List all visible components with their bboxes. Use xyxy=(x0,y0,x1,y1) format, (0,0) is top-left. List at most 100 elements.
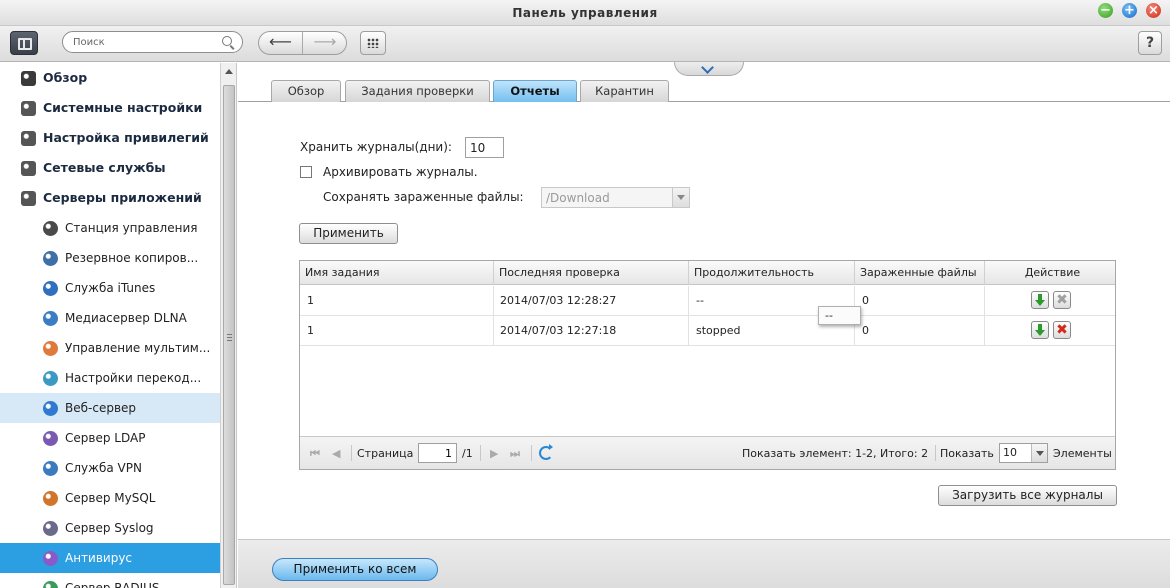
delete-icon: ✖ xyxy=(1053,291,1071,309)
prev-page-icon[interactable]: ◀ xyxy=(332,447,340,460)
chevron-down-icon xyxy=(701,61,714,74)
minimize-icon[interactable]: − xyxy=(1098,3,1113,18)
sidebar-item[interactable]: Служба VPN xyxy=(0,453,220,483)
next-page-icon[interactable]: ▶ xyxy=(490,447,498,460)
management-station-icon xyxy=(43,221,58,236)
column-last-check[interactable]: Последняя проверка xyxy=(494,261,689,285)
back-button[interactable]: ⟵ xyxy=(259,32,303,54)
web-server-icon xyxy=(43,401,58,416)
table-row[interactable]: 1 2014/07/03 12:27:18 stopped 0 ✖ xyxy=(300,316,1115,346)
sidebar-item[interactable]: Резервное копиров... xyxy=(0,243,220,273)
tab-quarantine[interactable]: Карантин xyxy=(580,80,669,102)
sidebar-item-label: Сервер Syslog xyxy=(65,521,154,535)
sidebar-item-label: Веб-сервер xyxy=(65,401,137,415)
radius-icon xyxy=(43,581,58,588)
multimedia-icon xyxy=(43,341,58,356)
sidebar-item[interactable]: Медиасервер DLNA xyxy=(0,303,220,333)
total-pages: /1 xyxy=(462,447,473,460)
divider xyxy=(531,445,532,461)
keep-logs-days-input[interactable] xyxy=(465,137,504,158)
page-size-select[interactable]: 10 xyxy=(999,443,1048,463)
forward-button[interactable]: ⟶ xyxy=(303,32,346,54)
tab-scan-jobs[interactable]: Задания проверки xyxy=(345,80,490,102)
archive-logs-checkbox[interactable] xyxy=(300,166,312,178)
sidebar-item[interactable]: Станция управления xyxy=(0,213,220,243)
navigation-buttons: ⟵ ⟶ xyxy=(258,31,347,55)
cell-last-check: 2014/07/03 12:28:27 xyxy=(494,286,689,316)
sidebar-item[interactable]: Сервер LDAP xyxy=(0,423,220,453)
apply-button[interactable]: Применить xyxy=(299,223,398,244)
column-infected-files[interactable]: Зараженные файлы xyxy=(855,261,985,285)
cell-job-name: 1 xyxy=(300,316,494,346)
tab-overview[interactable]: Обзор xyxy=(271,80,341,102)
show-label: Показать xyxy=(940,447,994,460)
sidebar-item[interactable]: Обзор xyxy=(0,63,220,93)
sidebar: Обзор Системные настройки Настройка привил… xyxy=(0,63,220,588)
sidebar-item[interactable]: Веб-сервер xyxy=(0,393,220,423)
overview-icon xyxy=(21,71,36,86)
sidebar-item[interactable]: Служба iTunes xyxy=(0,273,220,303)
cell-infected: 0 xyxy=(855,286,985,316)
pagination-bar: ⏮ ◀ Страница /1 ▶ ⏭ Показать элемент: 1-… xyxy=(300,436,1115,469)
sidebar-item[interactable]: Настройка привилегий xyxy=(0,123,220,153)
sidebar-item-label: Медиасервер DLNA xyxy=(65,311,187,325)
save-infected-value: /Download xyxy=(546,191,610,205)
vpn-icon xyxy=(43,461,58,476)
sidebar-scrollbar[interactable] xyxy=(220,63,237,588)
sidebar-item[interactable]: Управление мультим... xyxy=(0,333,220,363)
tab-reports[interactable]: Отчеты xyxy=(493,80,577,102)
items-summary: Показать элемент: 1-2, Итого: 2 xyxy=(742,447,929,460)
table-row[interactable]: 1 2014/07/03 12:28:27 -- 0 ✖ xyxy=(300,286,1115,316)
search-icon[interactable] xyxy=(222,36,232,46)
search-input[interactable] xyxy=(73,35,213,49)
sidebar-item[interactable]: Антивирус xyxy=(0,543,220,573)
sidebar-item-label: Сетевые службы xyxy=(43,160,166,175)
sidebar-item[interactable]: Системные настройки xyxy=(0,93,220,123)
divider xyxy=(935,445,936,461)
cell-infected: 0 xyxy=(855,316,985,346)
search-box xyxy=(62,31,243,53)
sidebar-item[interactable]: Сетевые службы xyxy=(0,153,220,183)
download-icon[interactable] xyxy=(1031,291,1049,309)
refresh-icon[interactable] xyxy=(539,444,553,460)
reports-grid: Имя задания Последняя проверка Продолжит… xyxy=(299,260,1116,470)
delete-icon[interactable]: ✖ xyxy=(1053,321,1071,339)
sidebar-item-label: Сервер LDAP xyxy=(65,431,146,445)
download-icon[interactable] xyxy=(1031,321,1049,339)
column-duration[interactable]: Продолжительность xyxy=(689,261,855,285)
main-menu-button[interactable] xyxy=(10,31,38,55)
sidebar-item-label: Настройка привилегий xyxy=(43,130,209,145)
chevron-down-icon xyxy=(672,188,689,207)
close-icon[interactable]: × xyxy=(1146,3,1161,18)
first-page-icon[interactable]: ⏮ xyxy=(310,447,320,461)
sidebar-item[interactable]: Сервер RADIUS xyxy=(0,573,220,588)
help-button[interactable]: ? xyxy=(1138,31,1162,55)
divider xyxy=(351,445,352,461)
scroll-up-icon[interactable] xyxy=(225,69,233,74)
syslog-icon xyxy=(43,521,58,536)
sidebar-item-label: Станция управления xyxy=(65,221,198,235)
keep-logs-label: Хранить журналы(дни): xyxy=(300,140,452,154)
sidebar-item-label: Сервер RADIUS xyxy=(65,581,160,588)
save-infected-label: Сохранять зараженные файлы: xyxy=(323,190,524,204)
column-action: Действие xyxy=(1024,266,1081,279)
page-number-input[interactable] xyxy=(418,443,457,463)
apply-to-all-button[interactable]: Применить ко всем xyxy=(272,558,438,581)
sidebar-item[interactable]: Настройки перекод... xyxy=(0,363,220,393)
column-job-name[interactable]: Имя задания xyxy=(300,261,494,285)
maximize-icon[interactable]: + xyxy=(1122,3,1137,18)
save-infected-select[interactable]: /Download xyxy=(541,187,690,208)
apps-grid-button[interactable] xyxy=(360,31,386,55)
sidebar-item[interactable]: Сервер Syslog xyxy=(0,513,220,543)
sidebar-item-label: Серверы приложений xyxy=(43,190,202,205)
last-page-icon[interactable]: ⏭ xyxy=(510,447,520,461)
duration-tooltip: -- xyxy=(818,306,861,325)
sidebar-item[interactable]: Серверы приложений xyxy=(0,183,220,213)
main-content: Обзор Задания проверки Отчеты Карантин Х… xyxy=(238,61,1170,588)
scrollbar-thumb[interactable] xyxy=(223,85,235,585)
sidebar-item[interactable]: Сервер MySQL xyxy=(0,483,220,513)
page-size-value: 10 xyxy=(1003,446,1017,459)
sidebar-item-label: Обзор xyxy=(43,70,88,85)
collapse-toggle[interactable] xyxy=(674,61,744,76)
download-all-logs-button[interactable]: Загрузить все журналы xyxy=(938,485,1117,506)
